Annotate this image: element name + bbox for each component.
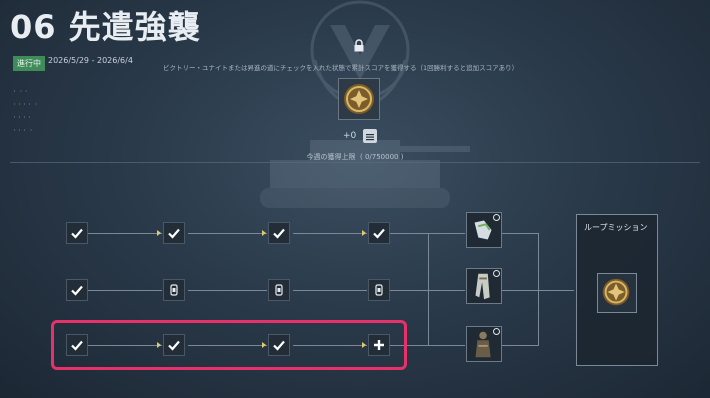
mission-node-completed[interactable] bbox=[368, 222, 390, 244]
check-icon bbox=[71, 228, 83, 239]
gear-pack-icon bbox=[170, 284, 178, 296]
side-label: ・・・・ ・ bbox=[12, 102, 39, 108]
score-value: +0 bbox=[343, 131, 357, 141]
lock-icon bbox=[354, 39, 364, 52]
side-label: ・・・ ・ bbox=[12, 128, 34, 134]
divider bbox=[10, 162, 700, 163]
side-label: ・・・・ bbox=[12, 115, 33, 121]
mission-node-completed[interactable] bbox=[268, 222, 290, 244]
check-icon bbox=[168, 228, 180, 239]
weekly-cap: 今週の獲得上限 ( 0/750000 ) bbox=[0, 152, 710, 162]
mission-node-completed[interactable] bbox=[163, 222, 185, 244]
connector-line bbox=[88, 290, 162, 291]
loop-mission-panel[interactable]: ループミッション bbox=[576, 214, 658, 366]
check-icon bbox=[373, 228, 385, 239]
event-date-range: 2026/5/29 - 2026/6/4 bbox=[48, 56, 133, 65]
mission-node-gear[interactable] bbox=[163, 279, 185, 301]
list-button[interactable] bbox=[363, 129, 377, 143]
list-icon bbox=[366, 134, 374, 141]
reward-medal[interactable] bbox=[338, 78, 380, 120]
mission-description: ビクトリー・ユナイトまたは昇進の道にチェックを入れた状態で累計スコアを獲得する（… bbox=[163, 64, 519, 72]
gear-pack-icon bbox=[375, 284, 383, 296]
check-icon bbox=[71, 285, 83, 296]
connector-line bbox=[188, 290, 267, 291]
check-icon bbox=[273, 228, 285, 239]
highlighted-row-outline bbox=[51, 320, 407, 370]
tank-silhouette-background bbox=[260, 140, 470, 208]
weekly-cap-value: ( 0/750000 ) bbox=[360, 153, 404, 161]
mission-node-completed[interactable] bbox=[66, 279, 88, 301]
medal-icon bbox=[602, 278, 630, 306]
status-badge: 進行中 bbox=[13, 56, 45, 71]
side-label: ・ ・・ bbox=[12, 89, 29, 95]
gear-pack-icon bbox=[275, 284, 283, 296]
connector-line bbox=[88, 233, 162, 234]
mission-node-gear[interactable] bbox=[368, 279, 390, 301]
page-title: 06 先遣強襲 bbox=[10, 8, 201, 46]
connector-line bbox=[538, 233, 539, 346]
reward-info-icon bbox=[493, 328, 500, 335]
connector-line bbox=[293, 290, 367, 291]
loop-mission-title: ループミッション bbox=[584, 223, 648, 232]
connector-line bbox=[502, 233, 538, 234]
connector-line bbox=[188, 233, 267, 234]
mission-node-completed[interactable] bbox=[66, 222, 88, 244]
mission-node-gear[interactable] bbox=[268, 279, 290, 301]
connector-arrow bbox=[362, 230, 366, 236]
reward-slot[interactable] bbox=[466, 268, 502, 304]
medal-icon bbox=[344, 84, 374, 114]
loop-mission-medal[interactable] bbox=[597, 273, 637, 313]
reward-info-icon bbox=[493, 214, 500, 221]
connector-arrow bbox=[262, 230, 266, 236]
connector-line bbox=[428, 233, 429, 346]
reward-info-icon bbox=[493, 270, 500, 277]
reward-slot[interactable] bbox=[466, 326, 502, 362]
connector-arrow bbox=[157, 230, 161, 236]
reward-slot[interactable] bbox=[466, 212, 502, 248]
weekly-cap-label: 今週の獲得上限 bbox=[306, 153, 356, 161]
connector-line bbox=[293, 233, 367, 234]
connector-line bbox=[502, 345, 538, 346]
